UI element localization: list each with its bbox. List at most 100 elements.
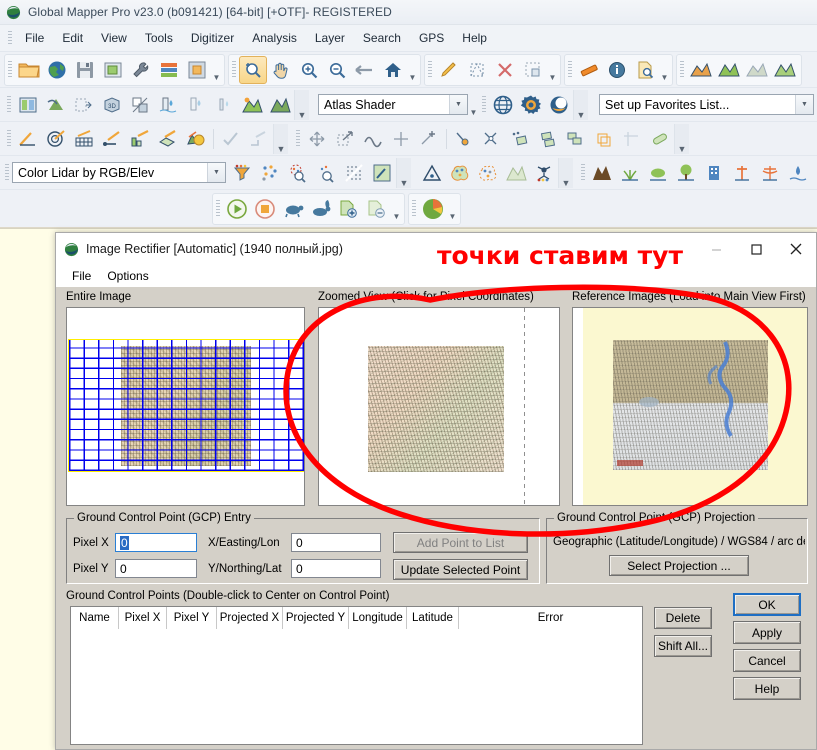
menu-help[interactable]: Help xyxy=(453,28,496,48)
easting-input[interactable]: 0 xyxy=(291,533,381,552)
cancel-button[interactable]: Cancel xyxy=(733,649,801,672)
feature-info-icon[interactable] xyxy=(519,56,547,84)
ok-button[interactable]: OK xyxy=(733,593,801,616)
water-rise-icon[interactable] xyxy=(182,91,210,119)
reference-images-panel[interactable] xyxy=(572,307,808,506)
digitizer-pencil-icon[interactable] xyxy=(435,56,463,84)
config-wrench-icon[interactable] xyxy=(127,56,155,84)
lidar-pick-icon[interactable] xyxy=(368,159,396,187)
lidar-segment-icon[interactable] xyxy=(474,159,502,187)
apply-button[interactable]: Apply xyxy=(733,621,801,644)
delete-button[interactable]: Delete xyxy=(654,607,712,629)
toolbar-overflow-chevron[interactable]: ▼ xyxy=(573,89,588,120)
cancel-edit-icon[interactable] xyxy=(245,125,273,153)
lidar-extract-icon[interactable] xyxy=(530,159,558,187)
pixel-y-input[interactable]: 0 xyxy=(115,559,197,578)
rotate-icon[interactable] xyxy=(387,125,415,153)
info-circle-icon[interactable] xyxy=(603,56,631,84)
zoom-in-icon[interactable] xyxy=(295,56,323,84)
utility-pole-icon[interactable] xyxy=(728,159,756,187)
pie-shader-icon[interactable] xyxy=(419,195,447,223)
join-icon[interactable] xyxy=(450,125,478,153)
capture-screen-icon[interactable] xyxy=(99,56,127,84)
lidar-thin-icon[interactable] xyxy=(340,159,368,187)
toolbar-overflow-chevron[interactable]: ▼ xyxy=(407,56,418,83)
digitize-building-icon[interactable] xyxy=(126,125,154,153)
add-frame-icon[interactable] xyxy=(335,195,363,223)
move-feature-icon[interactable] xyxy=(303,125,331,153)
lidar-cluster-icon[interactable] xyxy=(446,159,474,187)
create-area-icon[interactable] xyxy=(463,56,491,84)
mountain-icon[interactable] xyxy=(588,159,616,187)
duplicate-icon[interactable] xyxy=(562,125,590,153)
lidar-warning-icon[interactable] xyxy=(418,159,446,187)
copy-feature-icon[interactable] xyxy=(506,125,534,153)
favorites-select[interactable]: Set up Favorites List... ▼ xyxy=(599,94,814,115)
column-projected-y[interactable]: Projected Y xyxy=(283,607,349,629)
shader-hsv-icon[interactable] xyxy=(771,56,799,84)
open-folder-icon[interactable] xyxy=(15,56,43,84)
column-error[interactable]: Error xyxy=(459,607,642,629)
menu-file[interactable]: File xyxy=(16,28,53,48)
toolbar-overflow-chevron[interactable]: ▼ xyxy=(659,56,670,83)
chevron-down-icon[interactable]: ▼ xyxy=(795,95,813,114)
delete-x-icon[interactable] xyxy=(491,56,519,84)
search-document-icon[interactable] xyxy=(631,56,659,84)
overlay-zoom-icon[interactable] xyxy=(183,56,211,84)
zoom-out-icon[interactable] xyxy=(323,56,351,84)
split-view-icon[interactable] xyxy=(14,91,42,119)
3d-view-icon[interactable]: 3D xyxy=(98,91,126,119)
menu-layer[interactable]: Layer xyxy=(306,28,354,48)
shrub-icon[interactable] xyxy=(644,159,672,187)
shader-daylight-icon[interactable] xyxy=(715,56,743,84)
full-view-home-icon[interactable] xyxy=(379,56,407,84)
shader-atlas-icon[interactable] xyxy=(687,56,715,84)
turtle-slow-icon[interactable] xyxy=(279,195,307,223)
dialog-menu-options[interactable]: Options xyxy=(99,267,156,285)
water-level-icon[interactable] xyxy=(154,91,182,119)
toolbar-overflow-chevron[interactable]: ▼ xyxy=(294,89,309,120)
dialog-menu-file[interactable]: File xyxy=(64,267,99,285)
pixel-x-input[interactable]: 0 xyxy=(115,533,197,552)
update-selected-point-button[interactable]: Update Selected Point xyxy=(393,559,528,580)
northing-input[interactable]: 0 xyxy=(291,559,381,578)
rabbit-fast-icon[interactable] xyxy=(307,195,335,223)
back-arrow-icon[interactable] xyxy=(351,56,379,84)
sun-terrain-icon[interactable] xyxy=(238,91,266,119)
toolbar-overflow-chevron[interactable]: ▼ xyxy=(547,56,558,83)
crop-export-icon[interactable] xyxy=(70,91,98,119)
terrain-icon[interactable] xyxy=(266,91,294,119)
grass-icon[interactable] xyxy=(616,159,644,187)
menu-digitizer[interactable]: Digitizer xyxy=(182,28,243,48)
measure-line-icon[interactable] xyxy=(618,125,646,153)
lidar-classify-icon[interactable] xyxy=(256,159,284,187)
menu-tools[interactable]: Tools xyxy=(136,28,182,48)
digitize-area-icon[interactable] xyxy=(154,125,182,153)
control-center-icon[interactable] xyxy=(155,56,183,84)
cut-icon[interactable] xyxy=(478,125,506,153)
help-button[interactable]: Help xyxy=(733,677,801,700)
column-longitude[interactable]: Longitude xyxy=(349,607,407,629)
menu-view[interactable]: View xyxy=(92,28,136,48)
gcp-list-rows[interactable] xyxy=(71,629,642,744)
tree-icon[interactable] xyxy=(672,159,700,187)
lidar-draw-mode-select[interactable]: Color Lidar by RGB/Elev ▼ xyxy=(12,162,226,183)
measure-ruler-icon[interactable] xyxy=(575,56,603,84)
toolbar-overflow-chevron[interactable]: ▼ xyxy=(391,195,402,222)
toolbar-overflow-chevron[interactable]: ▼ xyxy=(558,157,573,188)
gcp-list-table[interactable]: Name Pixel X Pixel Y Projected X Project… xyxy=(70,606,643,745)
lidar-filter-icon[interactable] xyxy=(228,159,256,187)
zoom-tool-icon[interactable] xyxy=(239,55,267,84)
lidar-terrain-icon[interactable] xyxy=(502,159,530,187)
menu-search[interactable]: Search xyxy=(354,28,410,48)
maximize-icon[interactable] xyxy=(736,234,776,265)
toolbar-overflow-chevron[interactable]: ▼ xyxy=(674,123,689,154)
menu-analysis[interactable]: Analysis xyxy=(243,28,306,48)
pill-icon[interactable] xyxy=(646,125,674,153)
reshape-icon[interactable] xyxy=(359,125,387,153)
remove-frame-icon[interactable] xyxy=(363,195,391,223)
column-projected-x[interactable]: Projected X xyxy=(217,607,283,629)
projection-gear-icon[interactable] xyxy=(517,91,545,119)
shader-select[interactable]: Atlas Shader ▼ xyxy=(318,94,468,115)
column-pixel-x[interactable]: Pixel X xyxy=(119,607,167,629)
